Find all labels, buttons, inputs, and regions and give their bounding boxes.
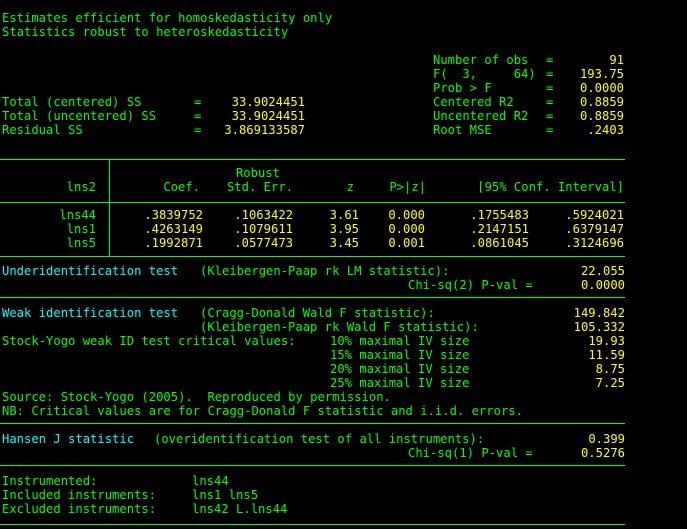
table-cell: .3839752 [144,208,203,222]
table-cell: .0861045 [470,236,529,250]
stock-yogo-row-value: 8.75 [595,362,625,376]
instrumented-label: Instrumented: [2,474,98,488]
table-cell: 0.000 [388,222,425,236]
stata-results-window: Estimates efficient for homoskedasticity… [0,0,687,529]
underid-desc: (Kleibergen-Paap rk LM statistic): [200,264,450,278]
excluded-value: lns42 L.lns44 [192,502,288,516]
stat-value: 193.75 [579,67,624,81]
table-row-var: lns5 [66,236,96,250]
stock-yogo-row-value: 19.93 [588,334,625,348]
hansen-title: Hansen J statistic [2,432,135,446]
stock-yogo-row-label: 25% maximal IV size [330,376,470,390]
stat-eq: = [546,123,554,137]
stat-label: Root MSE [433,123,492,137]
excluded-label: Excluded instruments: [2,502,157,516]
stat-value: 33.9024451 [231,109,305,123]
included-label: Included instruments: [2,488,157,502]
section-rule [0,423,625,424]
stat-label: Total (centered) SS [2,95,142,109]
stock-yogo-note: NB: Critical values are for Cragg-Donald… [2,404,523,418]
stat-value: 0.8859 [579,95,624,109]
stock-yogo-row-label: 10% maximal IV size [330,334,470,348]
stat-value: .2403 [587,123,624,137]
stat-eq: = [546,81,554,95]
stat-label: Number of obs [433,53,529,67]
stat-eq: = [546,95,554,109]
table-cell: .3124696 [565,236,624,250]
stat-value: 33.9024451 [231,95,305,109]
included-value: lns1 lns5 [192,488,259,502]
stat-label: Centered R2 [433,95,514,109]
column-header: [95% Conf. Interval] [477,180,624,194]
stock-yogo-label: Stock-Yogo weak ID test critical values: [2,334,296,348]
stock-yogo-row-label: 20% maximal IV size [330,362,470,376]
column-header: Coef. [163,180,200,194]
section-rule [0,524,625,525]
table-row-var: lns1 [66,222,96,236]
weakid-desc-1: (Cragg-Donald Wald F statistic): [200,306,435,320]
stat-value: 0.0000 [579,81,624,95]
section-rule [0,297,625,298]
weakid-title: Weak identification test [2,306,179,320]
table-cell: 3.45 [329,236,359,250]
header-line-1: Estimates efficient for homoskedasticity… [2,11,333,25]
column-header: P>|z| [389,180,426,194]
stat-label: Total (uncentered) SS [2,109,157,123]
table-column-separator [109,159,110,256]
table-cell: 3.61 [329,208,359,222]
table-header-rule [0,202,625,203]
underid-title: Underidentification test [2,264,179,278]
depvar-label: lns2 [66,180,96,194]
stat-label: Residual SS [2,123,83,137]
section-rule [0,465,625,466]
table-cell: .6379147 [565,222,624,236]
stat-eq: = [546,109,554,123]
table-cell: .4263149 [144,222,203,236]
weakid-value-1: 149.842 [573,306,625,320]
hansen-value: 0.399 [588,432,625,446]
table-cell: .1992871 [144,236,203,250]
stock-yogo-row-value: 11.59 [588,348,625,362]
stat-label: Prob > F [433,81,492,95]
column-header: Std. Err. [226,180,293,194]
stat-value: 3.869133587 [224,123,305,137]
stat-eq: = [546,53,554,67]
table-row-var: lns44 [59,208,96,222]
table-cell: .2147151 [470,222,529,236]
table-top-rule [0,159,625,160]
stat-eq: = [194,95,202,109]
table-cell: .5924021 [565,208,624,222]
table-cell: .0577473 [234,236,293,250]
underid-value: 22.055 [580,264,625,278]
instrumented-value: lns44 [192,474,229,488]
hansen-desc: (overidentification test of all instrume… [154,432,485,446]
header-line-2: Statistics robust to heteroskedasticity [2,25,289,39]
table-cell: 0.001 [388,236,425,250]
stock-yogo-row-value: 7.25 [595,376,625,390]
weakid-value-2: 105.332 [573,320,625,334]
table-cell: 0.000 [388,208,425,222]
robust-label: Robust [235,166,280,180]
table-cell: .1755483 [470,208,529,222]
stat-value: 0.8859 [579,109,624,123]
stat-label: F( 3, 64) [433,67,536,81]
stat-label: Uncentered R2 [433,109,529,123]
stat-eq: = [194,109,202,123]
table-cell: .1079611 [234,222,293,236]
column-header: z [346,180,354,194]
stock-yogo-row-label: 15% maximal IV size [330,348,470,362]
stat-value: 91 [609,53,624,67]
hansen-pval-label: Chi-sq(1) P-val = [408,446,533,460]
table-bottom-rule [0,256,625,257]
hansen-pval: 0.5276 [580,446,625,460]
underid-pval: 0.0000 [580,278,625,292]
table-cell: .1063422 [234,208,293,222]
stat-eq: = [546,67,554,81]
weakid-desc-2: (Kleibergen-Paap rk Wald F statistic): [200,320,479,334]
stat-eq: = [194,123,202,137]
stock-yogo-source: Source: Stock-Yogo (2005). Reproduced by… [2,390,391,404]
underid-pval-label: Chi-sq(2) P-val = [408,278,533,292]
table-cell: 3.95 [329,222,359,236]
